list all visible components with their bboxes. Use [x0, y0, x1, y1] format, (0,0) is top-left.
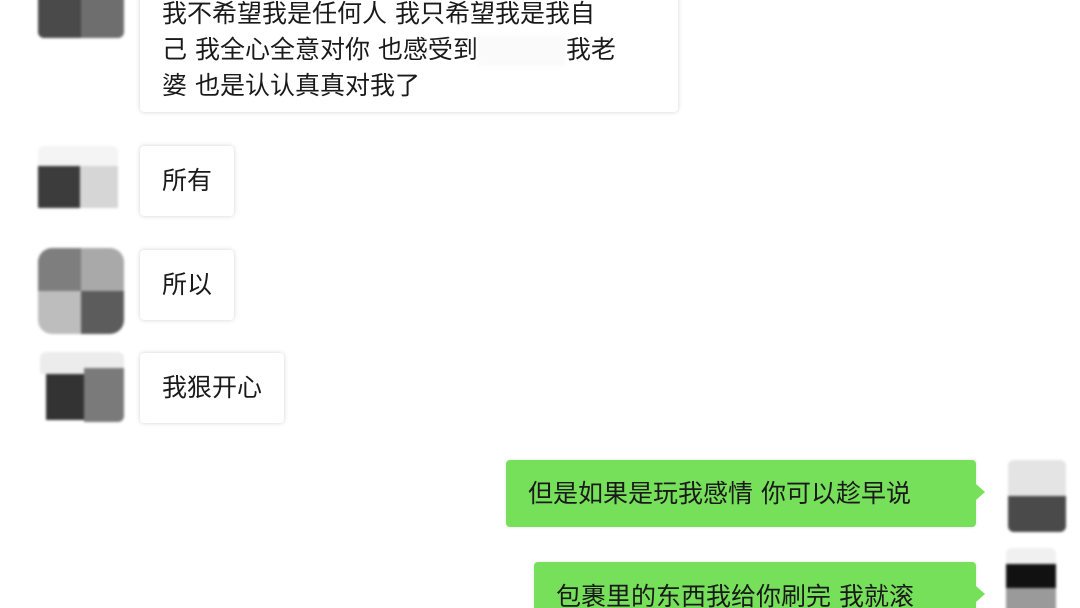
my-avatar[interactable]	[1006, 548, 1056, 608]
contact-avatar[interactable]	[40, 352, 124, 422]
contact-avatar[interactable]	[38, 0, 124, 38]
message-bubble-outgoing[interactable]: 包裹里的东西我给你刷完 我就滚	[534, 562, 985, 608]
message-line: 我不希望我是任何人 我只希望我是我自	[162, 0, 595, 28]
message-line: 婆 也是认认真真对我了	[162, 71, 420, 100]
message-text: 我狠开心	[162, 373, 263, 402]
message-bubble-incoming[interactable]: 我不希望我是任何人 我只希望我是我自 己 我全心全意对你 也感受到 我老 婆 也是…	[140, 0, 678, 112]
message-text: 包裹里的东西我给你刷完 我就滚	[556, 582, 914, 608]
message-text: 但是如果是玩我感情 你可以趁早说	[528, 479, 911, 508]
message-bubble-outgoing[interactable]: 但是如果是玩我感情 你可以趁早说	[506, 460, 985, 527]
chat-window: 我不希望我是任何人 我只希望我是我自 己 我全心全意对你 也感受到 我老 婆 也是…	[0, 0, 1080, 608]
message-line: 己 我全心全意对你 也感受到 我老	[162, 35, 616, 66]
redacted-text-block	[477, 36, 566, 66]
message-bubble-incoming[interactable]: 所以	[140, 250, 235, 320]
message-text: 所有	[162, 166, 213, 195]
message-text: 所以	[162, 270, 213, 299]
message-bubble-incoming[interactable]: 所有	[140, 146, 235, 216]
contact-avatar[interactable]	[38, 248, 124, 334]
my-avatar[interactable]	[1008, 460, 1066, 532]
message-bubble-incoming[interactable]: 我狠开心	[140, 353, 285, 423]
contact-avatar[interactable]	[38, 146, 118, 212]
